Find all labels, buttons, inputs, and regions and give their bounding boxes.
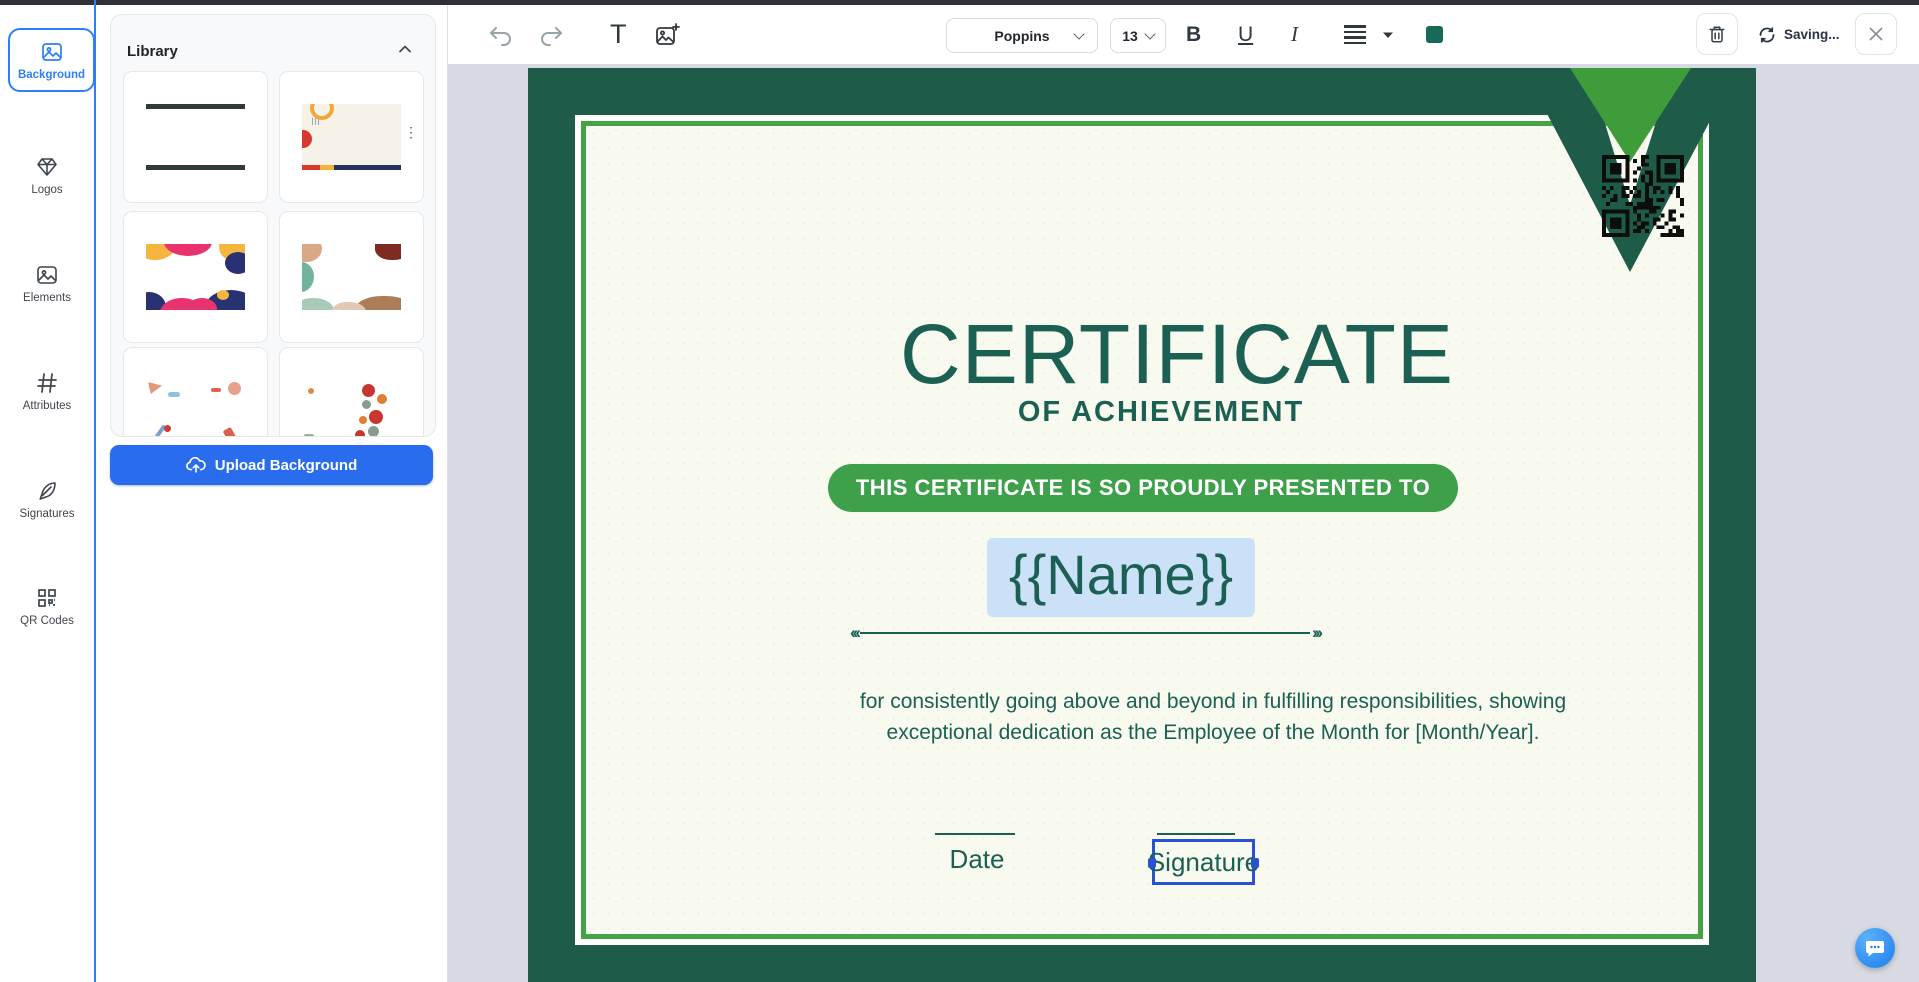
sidebar-item-attributes[interactable]: Attributes	[0, 371, 94, 412]
delete-button[interactable]	[1696, 13, 1738, 55]
certificate-title[interactable]: CERTIFICATE	[900, 306, 1454, 403]
sidebar-item-label: Signatures	[19, 508, 75, 520]
font-family-select[interactable]: Poppins	[946, 18, 1098, 53]
text-tool-button[interactable]: T	[610, 5, 627, 64]
background-image-icon	[10, 40, 93, 64]
italic-button[interactable]: I	[1291, 5, 1298, 64]
sidebar-item-logos[interactable]: Logos	[0, 155, 94, 196]
chevron-up-icon[interactable]	[397, 43, 413, 55]
body-line-1: for consistently going above and beyond …	[859, 690, 1567, 713]
presented-to-banner[interactable]: THIS CERTIFICATE IS SO PROUDLY PRESENTED…	[828, 464, 1458, 512]
sidebar-item-label: Attributes	[22, 400, 72, 412]
saving-label: Saving...	[1784, 27, 1840, 42]
sidebar-item-signatures[interactable]: Signatures	[0, 479, 94, 520]
certificate-subtitle[interactable]: OF ACHIEVEMENT	[1018, 396, 1304, 429]
add-image-button[interactable]	[654, 5, 681, 64]
sidebar-item-label: Background	[17, 69, 86, 81]
toolbar: T Poppins 13 B U I Saving...	[448, 5, 1919, 65]
text-tool-glyph: T	[610, 19, 627, 49]
underline-glyph: U	[1238, 22, 1254, 46]
presented-to-text: THIS CERTIFICATE IS SO PROUDLY PRESENTED…	[855, 475, 1431, 500]
library-template-card[interactable]	[123, 71, 268, 203]
library-template-card[interactable]	[123, 347, 268, 436]
template-thumbnail-plain-bars	[146, 104, 245, 170]
template-thumbnail-organic	[302, 244, 401, 310]
sidebar-item-elements[interactable]: Elements	[0, 263, 94, 304]
name-placeholder-field[interactable]: {{Name}}	[986, 538, 1256, 617]
sidebar: Background Logos Elements Attributes Sig…	[0, 5, 95, 982]
selection-handle-left[interactable]	[1148, 858, 1156, 868]
gem-icon	[0, 155, 94, 179]
qr-code[interactable]	[1602, 155, 1684, 237]
font-size-select[interactable]: 13	[1110, 18, 1166, 53]
bold-glyph: B	[1186, 22, 1202, 46]
italic-glyph: I	[1291, 22, 1298, 46]
elements-icon	[0, 263, 94, 287]
certificate-page: CERTIFICATE OF ACHIEVEMENT THIS CERTIFIC…	[528, 68, 1756, 982]
bold-button[interactable]: B	[1186, 5, 1201, 64]
template-thumbnail-playful	[302, 104, 401, 170]
chevron-down-icon	[1144, 27, 1156, 40]
close-button[interactable]	[1855, 13, 1897, 55]
library-panel: Library ⋮	[110, 14, 436, 437]
library-title: Library	[127, 43, 178, 60]
chat-widget-button[interactable]	[1855, 928, 1895, 968]
align-dropdown-caret[interactable]	[1382, 5, 1394, 64]
redo-button[interactable]	[538, 5, 564, 64]
ornamental-divider: ‹‹‹ ›››	[848, 623, 1323, 642]
font-family-value: Poppins	[994, 27, 1050, 44]
date-field[interactable]: Date	[950, 844, 1005, 875]
upload-cloud-icon	[185, 456, 206, 473]
upload-background-button[interactable]: Upload Background	[110, 445, 433, 485]
underline-button[interactable]: U	[1238, 5, 1253, 64]
sidebar-item-background[interactable]: Background	[8, 28, 95, 92]
selection-handle-right[interactable]	[1251, 858, 1259, 868]
divider-left-chevrons: ‹‹‹	[850, 623, 861, 642]
editor-canvas[interactable]: CERTIFICATE OF ACHIEVEMENT THIS CERTIFIC…	[448, 64, 1919, 982]
chat-icon	[1866, 940, 1884, 956]
feather-icon	[0, 479, 94, 503]
sidebar-active-border	[94, 0, 96, 982]
hash-icon	[0, 371, 94, 395]
date-underline	[935, 833, 1015, 835]
qr-icon	[0, 586, 94, 610]
sidebar-item-qr-codes[interactable]: QR Codes	[0, 586, 94, 627]
template-thumbnail-doodle	[146, 380, 245, 436]
text-color-swatch[interactable]	[1426, 26, 1443, 43]
upload-background-label: Upload Background	[214, 456, 358, 474]
align-button[interactable]	[1344, 5, 1366, 64]
body-line-2: exceptional dedication as the Employee o…	[886, 721, 1540, 744]
undo-button[interactable]	[488, 5, 514, 64]
library-template-card[interactable]	[279, 347, 424, 436]
close-icon	[1869, 27, 1883, 41]
signature-label: Signature	[1147, 846, 1260, 877]
sidebar-item-label: Elements	[23, 292, 71, 304]
font-size-value: 13	[1122, 27, 1138, 44]
trash-icon	[1709, 25, 1725, 43]
divider-right-chevrons: ›››	[1312, 623, 1323, 642]
card-menu-icon[interactable]: ⋮	[404, 124, 418, 141]
template-thumbnail-abstract	[146, 244, 245, 310]
sync-icon	[1759, 26, 1775, 43]
library-template-card[interactable]	[279, 211, 424, 343]
library-template-card[interactable]	[123, 211, 268, 343]
library-template-card[interactable]: ⋮	[279, 71, 424, 203]
signature-underline	[1157, 833, 1235, 835]
sidebar-item-label: Logos	[31, 184, 63, 196]
certificate-body-text[interactable]: for consistently going above and beyond …	[798, 686, 1628, 748]
saving-status: Saving...	[1758, 5, 1840, 64]
sidebar-item-label: QR Codes	[20, 615, 74, 627]
chevron-down-icon	[1073, 27, 1085, 40]
signature-field-selected[interactable]: Signature	[1148, 839, 1259, 885]
template-thumbnail-floral	[302, 380, 401, 436]
